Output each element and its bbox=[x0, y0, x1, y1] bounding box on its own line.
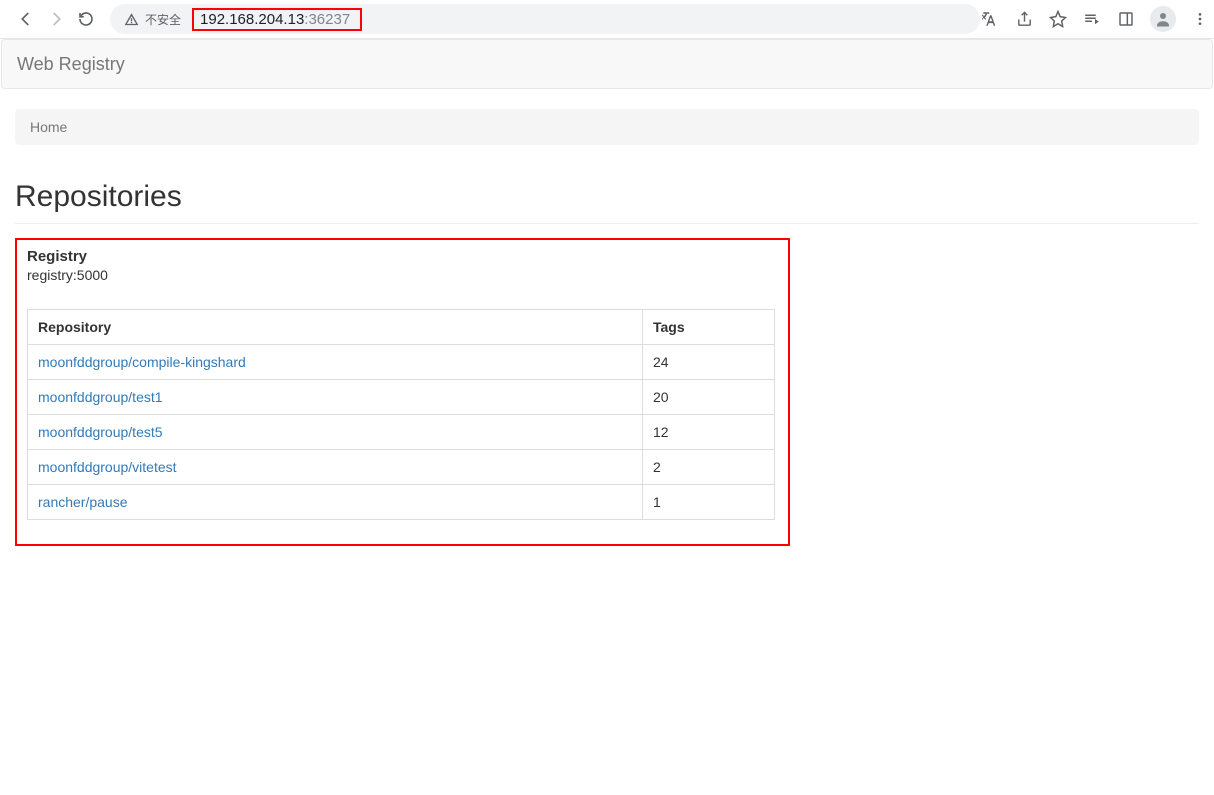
star-icon[interactable] bbox=[1048, 9, 1068, 29]
url-text: 192.168.204.13:36237 bbox=[192, 8, 362, 31]
table-row: moonfddgroup/vitetest 2 bbox=[28, 450, 775, 485]
table-row: moonfddgroup/test1 20 bbox=[28, 380, 775, 415]
breadcrumb: Home bbox=[15, 109, 1199, 145]
table-row: moonfddgroup/compile-kingshard 24 bbox=[28, 345, 775, 380]
warning-icon bbox=[124, 12, 139, 27]
registry-panel: Registry registry:5000 Repository Tags m… bbox=[15, 238, 790, 546]
nav-controls bbox=[8, 9, 102, 29]
registry-label: Registry bbox=[27, 248, 778, 265]
tags-count: 24 bbox=[643, 345, 775, 380]
address-bar[interactable]: 不安全 192.168.204.13:36237 bbox=[110, 4, 980, 34]
back-icon[interactable] bbox=[16, 9, 36, 29]
url-host: 192.168.204.13 bbox=[200, 11, 304, 28]
tags-count: 2 bbox=[643, 450, 775, 485]
tags-count: 1 bbox=[643, 485, 775, 520]
table-row: rancher/pause 1 bbox=[28, 485, 775, 520]
reload-icon[interactable] bbox=[76, 9, 96, 29]
col-repository: Repository bbox=[28, 310, 643, 345]
page-title: Repositories bbox=[15, 180, 1199, 224]
playlist-icon[interactable] bbox=[1082, 9, 1102, 29]
repository-link[interactable]: moonfddgroup/test5 bbox=[38, 424, 163, 440]
repository-link[interactable]: rancher/pause bbox=[38, 494, 128, 510]
profile-avatar[interactable] bbox=[1150, 6, 1176, 32]
panel-icon[interactable] bbox=[1116, 9, 1136, 29]
translate-icon[interactable] bbox=[980, 9, 1000, 29]
repository-link[interactable]: moonfddgroup/test1 bbox=[38, 389, 163, 405]
tags-count: 20 bbox=[643, 380, 775, 415]
security-label: 不安全 bbox=[145, 11, 181, 28]
forward-icon[interactable] bbox=[46, 9, 66, 29]
table-row: moonfddgroup/test5 12 bbox=[28, 415, 775, 450]
share-icon[interactable] bbox=[1014, 9, 1034, 29]
repository-link[interactable]: moonfddgroup/vitetest bbox=[38, 459, 177, 475]
app-brand[interactable]: Web Registry bbox=[17, 54, 125, 75]
browser-chrome: 不安全 192.168.204.13:36237 bbox=[0, 0, 1214, 39]
app-navbar: Web Registry bbox=[1, 39, 1213, 89]
content-container: Home Repositories Registry registry:5000… bbox=[0, 109, 1214, 546]
registry-host: registry:5000 bbox=[27, 267, 778, 283]
tags-count: 12 bbox=[643, 415, 775, 450]
url-port: :36237 bbox=[304, 11, 350, 28]
breadcrumb-home[interactable]: Home bbox=[30, 119, 67, 135]
person-icon bbox=[1154, 10, 1172, 28]
repository-link[interactable]: moonfddgroup/compile-kingshard bbox=[38, 354, 246, 370]
repositories-table: Repository Tags moonfddgroup/compile-kin… bbox=[27, 309, 775, 520]
kebab-menu-icon[interactable] bbox=[1190, 9, 1210, 29]
browser-right-controls bbox=[980, 6, 1214, 32]
col-tags: Tags bbox=[643, 310, 775, 345]
security-indicator[interactable]: 不安全 bbox=[110, 11, 191, 28]
